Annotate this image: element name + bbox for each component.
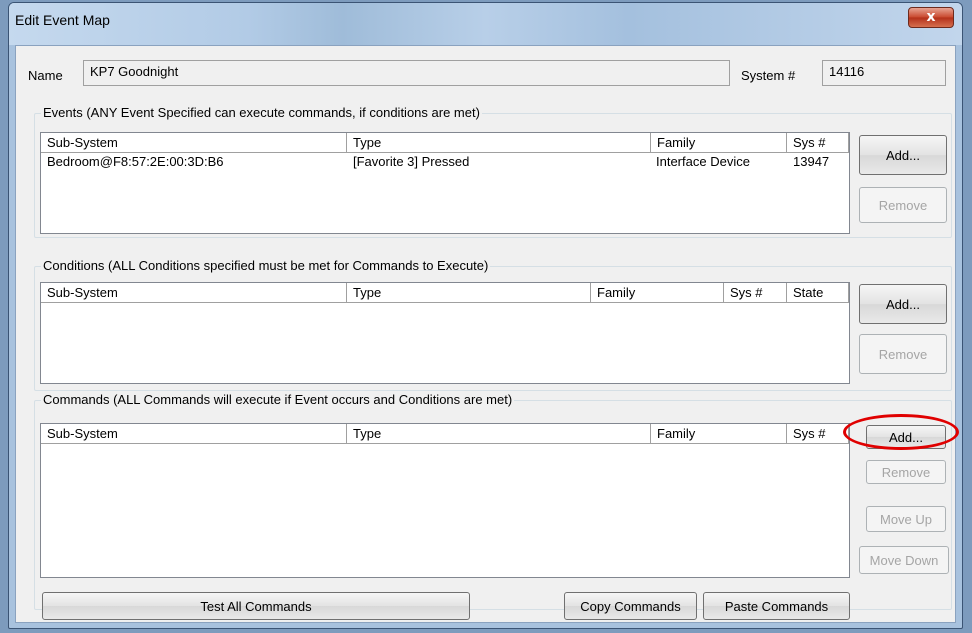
window-title: Edit Event Map bbox=[15, 12, 110, 28]
conditions-list[interactable]: Sub-System Type Family Sys # State bbox=[40, 282, 850, 384]
name-label: Name bbox=[28, 68, 63, 83]
paste-commands-button[interactable]: Paste Commands bbox=[703, 592, 850, 620]
events-remove-button[interactable]: Remove bbox=[859, 187, 947, 223]
column-header-family[interactable]: Family bbox=[651, 133, 787, 153]
events-list[interactable]: Sub-System Type Family Sys # Bedroom@F8:… bbox=[40, 132, 850, 234]
commands-group-title: Commands (ALL Commands will execute if E… bbox=[41, 392, 515, 407]
column-header-family[interactable]: Family bbox=[651, 424, 787, 444]
close-button[interactable]: x bbox=[908, 7, 954, 28]
conditions-remove-button[interactable]: Remove bbox=[859, 334, 947, 374]
system-number-label: System # bbox=[741, 68, 796, 83]
test-all-commands-button[interactable]: Test All Commands bbox=[42, 592, 470, 620]
column-header-family[interactable]: Family bbox=[591, 283, 724, 303]
conditions-add-button[interactable]: Add... bbox=[859, 284, 947, 324]
events-group-title: Events (ANY Event Specified can execute … bbox=[41, 105, 482, 120]
column-header-subsystem[interactable]: Sub-System bbox=[41, 133, 347, 153]
column-header-sys[interactable]: Sys # bbox=[724, 283, 787, 303]
column-header-subsystem[interactable]: Sub-System bbox=[41, 283, 347, 303]
system-number-field: 14116 bbox=[822, 60, 946, 86]
column-header-subsystem[interactable]: Sub-System bbox=[41, 424, 347, 444]
row-sys: 13947 bbox=[793, 154, 830, 169]
move-up-button[interactable]: Move Up bbox=[866, 506, 946, 532]
commands-remove-button[interactable]: Remove bbox=[866, 460, 946, 484]
close-icon: x bbox=[926, 9, 936, 25]
title-bar[interactable]: Edit Event Map x bbox=[9, 3, 962, 45]
column-header-type[interactable]: Type bbox=[347, 283, 591, 303]
name-field[interactable]: KP7 Goodnight bbox=[83, 60, 730, 86]
copy-commands-button[interactable]: Copy Commands bbox=[564, 592, 697, 620]
column-header-state[interactable]: State bbox=[787, 283, 849, 303]
move-down-button[interactable]: Move Down bbox=[859, 546, 949, 574]
table-row[interactable]: Bedroom@F8:57:2E:00:3D:B6 [Favorite 3] P… bbox=[41, 153, 849, 171]
column-header-sys[interactable]: Sys # bbox=[787, 133, 849, 153]
column-header-type[interactable]: Type bbox=[347, 424, 651, 444]
highlight-circle bbox=[843, 414, 959, 450]
row-subsystem: Bedroom@F8:57:2E:00:3D:B6 bbox=[47, 154, 224, 169]
row-type: [Favorite 3] Pressed bbox=[353, 154, 470, 169]
row-family: Interface Device bbox=[656, 154, 750, 169]
dialog-body: Name KP7 Goodnight System # 14116 Events… bbox=[15, 45, 956, 623]
conditions-group-title: Conditions (ALL Conditions specified mus… bbox=[41, 258, 491, 273]
events-add-button[interactable]: Add... bbox=[859, 135, 947, 175]
column-header-sys[interactable]: Sys # bbox=[787, 424, 849, 444]
commands-list[interactable]: Sub-System Type Family Sys # bbox=[40, 423, 850, 578]
edit-event-map-window: Edit Event Map x Name KP7 Goodnight Syst… bbox=[8, 2, 963, 629]
column-header-type[interactable]: Type bbox=[347, 133, 651, 153]
